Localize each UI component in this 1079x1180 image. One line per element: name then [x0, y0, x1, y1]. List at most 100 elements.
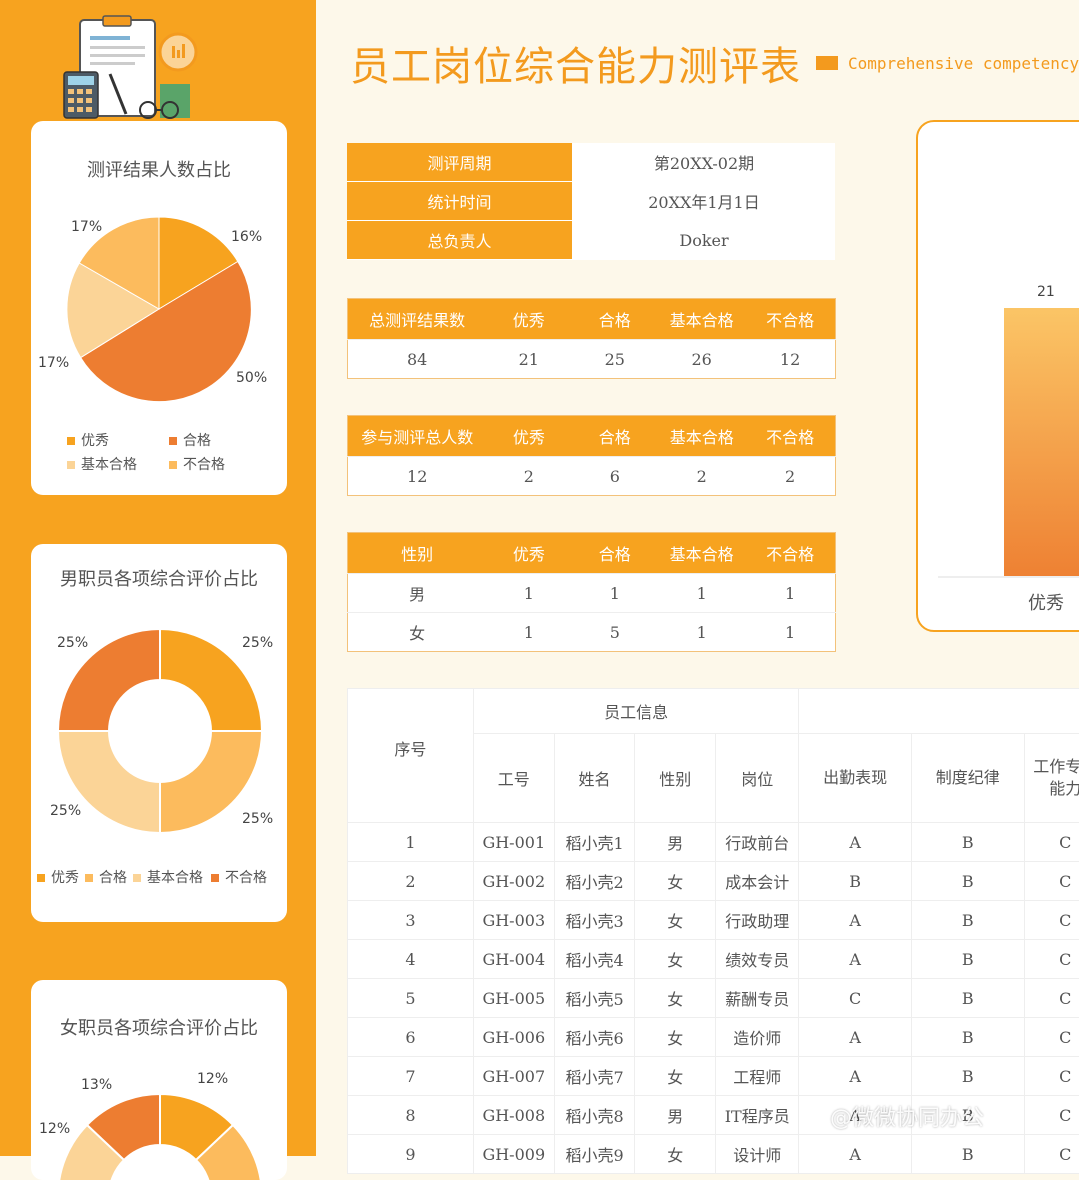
- table-cell[interactable]: C: [1024, 901, 1079, 940]
- table-cell[interactable]: 稻小壳6: [554, 1018, 635, 1057]
- table-cell[interactable]: 女: [635, 1135, 716, 1174]
- table-cell[interactable]: 成本会计: [716, 862, 799, 901]
- table-cell[interactable]: 3: [348, 901, 474, 940]
- table-cell[interactable]: A: [799, 901, 912, 940]
- table-cell[interactable]: 1: [486, 574, 571, 613]
- table-cell[interactable]: 6: [571, 457, 658, 496]
- table-cell[interactable]: 2: [658, 457, 745, 496]
- table-cell[interactable]: 8: [348, 1096, 474, 1135]
- table-cell[interactable]: 女: [635, 901, 716, 940]
- table-cell[interactable]: 薪酬专员: [716, 979, 799, 1018]
- table-header: 优秀: [486, 533, 571, 574]
- table-cell[interactable]: 绩效专员: [716, 940, 799, 979]
- info-value[interactable]: 第20XX-02期: [573, 143, 836, 182]
- table-cell[interactable]: 女: [635, 1018, 716, 1057]
- table-cell[interactable]: 2: [486, 457, 571, 496]
- table-cell[interactable]: A: [799, 1135, 912, 1174]
- table-cell[interactable]: IT程序员: [716, 1096, 799, 1135]
- table-cell[interactable]: 女: [635, 862, 716, 901]
- table-cell[interactable]: 1: [658, 613, 745, 652]
- table-cell[interactable]: 25: [571, 340, 658, 379]
- table-cell[interactable]: B: [799, 862, 912, 901]
- table-cell[interactable]: 26: [658, 340, 745, 379]
- bar-chart-card: 21 优秀: [916, 120, 1079, 632]
- table-cell[interactable]: 稻小壳3: [554, 901, 635, 940]
- table-cell[interactable]: A: [799, 1057, 912, 1096]
- table-cell[interactable]: GH-008: [473, 1096, 554, 1135]
- table-cell[interactable]: C: [1024, 862, 1079, 901]
- legend-item-excellent: 优秀: [37, 867, 79, 887]
- table-cell[interactable]: B: [911, 862, 1024, 901]
- table-cell[interactable]: 2: [745, 457, 835, 496]
- table-cell[interactable]: 7: [348, 1057, 474, 1096]
- table-cell[interactable]: GH-002: [473, 862, 554, 901]
- table-cell[interactable]: 1: [486, 613, 571, 652]
- table-cell[interactable]: GH-009: [473, 1135, 554, 1174]
- table-cell[interactable]: 5: [348, 979, 474, 1018]
- table-cell[interactable]: A: [799, 823, 912, 862]
- table-cell[interactable]: GH-006: [473, 1018, 554, 1057]
- table-cell[interactable]: GH-001: [473, 823, 554, 862]
- table-cell[interactable]: 稻小壳8: [554, 1096, 635, 1135]
- table-cell[interactable]: 工程师: [716, 1057, 799, 1096]
- table-cell[interactable]: 造价师: [716, 1018, 799, 1057]
- table-cell[interactable]: GH-005: [473, 979, 554, 1018]
- table-cell[interactable]: 稻小壳9: [554, 1135, 635, 1174]
- table-cell[interactable]: 行政前台: [716, 823, 799, 862]
- table-cell[interactable]: 稻小壳2: [554, 862, 635, 901]
- table-row: 女 1 5 1 1: [348, 613, 836, 652]
- table-cell[interactable]: GH-004: [473, 940, 554, 979]
- table-cell[interactable]: 1: [348, 823, 474, 862]
- table-cell[interactable]: C: [1024, 823, 1079, 862]
- table-cell[interactable]: 4: [348, 940, 474, 979]
- table-cell[interactable]: A: [799, 940, 912, 979]
- table-cell[interactable]: C: [1024, 940, 1079, 979]
- table-cell[interactable]: B: [911, 901, 1024, 940]
- table-cell[interactable]: C: [1024, 1096, 1079, 1135]
- table-cell[interactable]: C: [1024, 979, 1079, 1018]
- table-cell[interactable]: 12: [745, 340, 835, 379]
- table-cell[interactable]: 设计师: [716, 1135, 799, 1174]
- table-cell[interactable]: B: [911, 1018, 1024, 1057]
- table-cell[interactable]: GH-003: [473, 901, 554, 940]
- table-cell[interactable]: 2: [348, 862, 474, 901]
- table-cell[interactable]: B: [911, 979, 1024, 1018]
- table-cell[interactable]: 男: [348, 574, 487, 613]
- table-cell[interactable]: 女: [348, 613, 487, 652]
- table-cell[interactable]: C: [799, 979, 912, 1018]
- table-cell[interactable]: 1: [571, 574, 658, 613]
- table-cell[interactable]: 男: [635, 823, 716, 862]
- table-cell[interactable]: 稻小壳4: [554, 940, 635, 979]
- table-cell[interactable]: 稻小壳1: [554, 823, 635, 862]
- table-row: 9 GH-009 稻小壳9 女 设计师 A B C: [348, 1135, 1079, 1174]
- table-cell[interactable]: C: [1024, 1018, 1079, 1057]
- table-cell[interactable]: 1: [745, 574, 835, 613]
- donut-card-male: 男职员各项综合评价占比 25% 25% 25% 25% 优秀 合格 基本合格 不…: [31, 544, 287, 922]
- table-cell[interactable]: 稻小壳7: [554, 1057, 635, 1096]
- table-cell[interactable]: B: [911, 823, 1024, 862]
- table-cell[interactable]: GH-007: [473, 1057, 554, 1096]
- info-value[interactable]: Doker: [573, 221, 836, 260]
- table-cell[interactable]: 1: [658, 574, 745, 613]
- table-cell[interactable]: 稻小壳5: [554, 979, 635, 1018]
- table-cell[interactable]: 9: [348, 1135, 474, 1174]
- table-row: 7 GH-007 稻小壳7 女 工程师 A B C: [348, 1057, 1079, 1096]
- table-cell[interactable]: C: [1024, 1057, 1079, 1096]
- table-cell[interactable]: 21: [486, 340, 571, 379]
- table-cell[interactable]: 5: [571, 613, 658, 652]
- table-cell[interactable]: 84: [348, 340, 487, 379]
- table-cell[interactable]: 1: [745, 613, 835, 652]
- table-cell[interactable]: 12: [348, 457, 487, 496]
- table-cell[interactable]: 女: [635, 940, 716, 979]
- table-cell[interactable]: B: [911, 1057, 1024, 1096]
- info-value[interactable]: 20XX年1月1日: [573, 182, 836, 221]
- table-cell[interactable]: 6: [348, 1018, 474, 1057]
- table-cell[interactable]: C: [1024, 1135, 1079, 1174]
- table-cell[interactable]: 女: [635, 979, 716, 1018]
- table-cell[interactable]: B: [911, 940, 1024, 979]
- table-cell[interactable]: A: [799, 1018, 912, 1057]
- table-cell[interactable]: B: [911, 1135, 1024, 1174]
- table-cell[interactable]: 男: [635, 1096, 716, 1135]
- table-cell[interactable]: 女: [635, 1057, 716, 1096]
- table-cell[interactable]: 行政助理: [716, 901, 799, 940]
